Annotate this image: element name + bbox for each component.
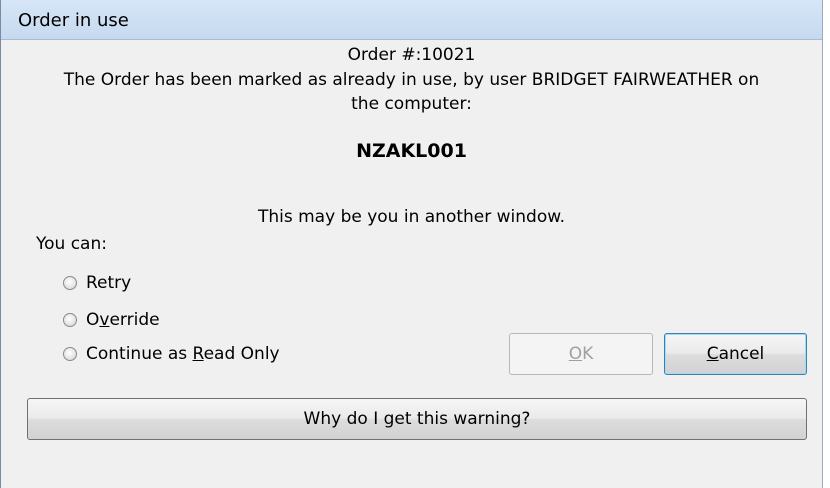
in-use-message: The Order has been marked as already in … (1, 68, 822, 116)
cancel-button[interactable]: Cancel (664, 333, 807, 375)
why-warning-button[interactable]: Why do I get this warning? (27, 398, 807, 440)
order-number: Order #:10021 (347, 45, 476, 65)
message-line-2: the computer: (351, 94, 472, 114)
retry-option[interactable]: Retry (63, 273, 131, 293)
message-line-1: The Order has been marked as already in … (63, 70, 760, 90)
override-label: Override (86, 310, 160, 330)
you-can-label: You can: (36, 234, 107, 254)
read-only-option[interactable]: Continue as Read Only (63, 344, 280, 364)
title-bar: Order in use (1, 0, 822, 40)
override-option[interactable]: Override (63, 310, 160, 330)
dialog-title: Order in use (18, 10, 129, 31)
retry-label: Retry (86, 273, 132, 293)
ok-button[interactable]: OK (509, 333, 653, 375)
read-only-radio[interactable] (63, 347, 77, 361)
another-window-note: This may be you in another window. (257, 207, 565, 227)
order-in-use-dialog: Order in use Order #:10021 The Order has… (0, 0, 823, 488)
computer-name: NZAKL001 (356, 140, 467, 162)
read-only-label: Continue as Read Only (86, 344, 280, 364)
retry-radio[interactable] (63, 276, 77, 290)
override-radio[interactable] (63, 313, 77, 327)
